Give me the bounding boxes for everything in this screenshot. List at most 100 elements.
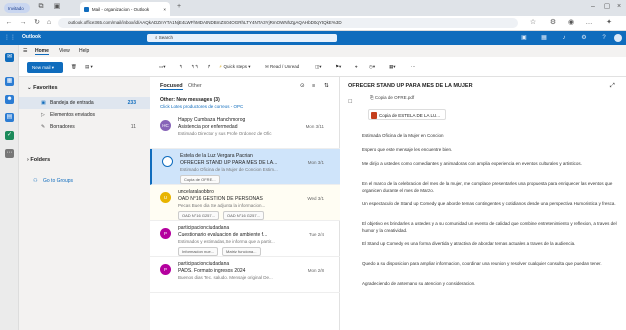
sort-icon[interactable]: ⇅ — [324, 83, 329, 89]
browser-tab-title: Mail - organizacion - Outlook — [91, 6, 150, 12]
forward-icon[interactable]: → — [18, 18, 28, 28]
filter-icon[interactable]: ≡ — [312, 83, 315, 89]
message-row-selected[interactable]: Estela de la Luz Vergara Pacrian OFRECER… — [150, 149, 340, 185]
browser-tab-outlook[interactable]: Mail - organizacion - Outlook × — [80, 2, 170, 16]
tab-other[interactable]: Other — [188, 83, 202, 89]
avatar: P — [160, 228, 171, 239]
envelope-open-icon: ✉ — [265, 64, 269, 69]
ribbon-tabs: ☰ Home View Help — [19, 45, 626, 57]
read-unread-label: Read / Unread — [270, 64, 300, 69]
more-menu-icon[interactable]: … — [584, 18, 594, 28]
attachment-chip[interactable]: OAD N°16 G257... — [222, 211, 264, 220]
folders-header[interactable]: › Folders — [27, 157, 50, 163]
new-mail-button[interactable]: New mail ▾ — [27, 62, 63, 73]
close-tab-icon[interactable]: × — [163, 7, 166, 12]
teams-icon[interactable]: ▣ — [520, 34, 528, 42]
folder-drafts[interactable]: ✎ Borradores 11 — [19, 121, 150, 133]
reply-all-icon[interactable]: ↰↰ — [191, 64, 199, 70]
settings-gear-icon[interactable]: ⚙ — [580, 34, 588, 42]
avatar: P — [160, 264, 171, 275]
message-subject: Cuestionario evaluacion de ambiente f... — [178, 232, 268, 238]
tab-manager-icon[interactable]: ▣ — [52, 3, 62, 11]
message-row[interactable]: U uncelaralaobbro OAD N°16 GESTION DE PE… — [150, 185, 340, 221]
tab-focused[interactable]: Focused — [160, 83, 183, 90]
tab-home[interactable]: Home — [35, 48, 49, 55]
pin-icon[interactable]: ⌖ — [355, 64, 358, 69]
categorize-icon[interactable]: ◫▾ — [315, 64, 322, 70]
todo-app-icon[interactable]: ✓ — [5, 131, 14, 140]
other-banner[interactable]: Other: New messages (3) Click Lotes prod… — [160, 97, 330, 111]
new-tab-icon[interactable]: + — [174, 3, 184, 11]
read-unread-button[interactable]: ✉ Read / Unread — [265, 64, 299, 70]
more-apps-icon[interactable]: ⋯ — [5, 149, 14, 158]
files-app-icon[interactable]: ▤ — [5, 113, 14, 122]
message-time: Mon 3/11 — [305, 124, 324, 129]
minimize-icon[interactable]: – — [588, 3, 598, 11]
forward-mail-icon[interactable]: ↱ — [207, 64, 211, 70]
extensions-icon[interactable]: ⚙ — [548, 18, 558, 28]
snooze-icon[interactable]: ◷▾ — [369, 64, 375, 70]
maximize-icon[interactable]: ▢ — [602, 3, 612, 11]
calendar-header-icon[interactable]: ▦ — [540, 34, 548, 42]
archive-icon[interactable]: ▤ ▾ — [85, 64, 93, 70]
more-ribbon-icon[interactable]: ⋯ — [411, 64, 416, 70]
row-checkbox[interactable] — [162, 156, 173, 167]
pencil-icon: ✎ — [41, 124, 46, 130]
favorites-header[interactable]: ⌄ Favorites — [27, 85, 58, 91]
flag-icon[interactable]: ⚑▾ — [335, 64, 341, 70]
pdf-file-icon — [371, 112, 377, 119]
attachment-card[interactable]: Copia de ESTELA DE LA LU... — [368, 109, 446, 120]
message-subject: OAD N°16 GESTION DE PERSONAS — [178, 196, 263, 202]
app-launcher-icon[interactable]: ⋮⋮ — [4, 34, 16, 42]
attachment-chip[interactable]: Informacion nue... — [178, 247, 219, 256]
attachment-top-label: Copia de OFRE.pdf — [374, 95, 415, 100]
copilot-icon[interactable]: ✦ — [604, 18, 614, 28]
outlook-header: ⋮⋮ Outlook ⌕ Search ▣ ▦ ♪ ⚙ ? — [0, 31, 626, 45]
tab-view[interactable]: View — [59, 48, 70, 54]
quick-steps-button[interactable]: ⚡ Quick steps ▾ — [219, 64, 250, 70]
account-avatar[interactable] — [614, 34, 622, 42]
notifications-icon[interactable]: ♪ — [560, 34, 568, 42]
attachment-top[interactable]: ⎘ Copia de OFRE.pdf — [370, 95, 414, 100]
close-window-icon[interactable]: × — [614, 3, 624, 11]
expand-icon[interactable]: ⤢ — [610, 83, 615, 90]
favorite-star-icon[interactable]: ☆ — [528, 18, 538, 28]
mail-app-icon[interactable]: ✉ — [5, 53, 14, 62]
folder-sent[interactable]: ▷ Elementos enviados — [19, 109, 150, 121]
policy-icon[interactable]: ▦▾ — [389, 64, 396, 70]
reply-icon[interactable]: ↰ — [179, 64, 183, 70]
attachment-chip[interactable]: Copia de OFRE... — [180, 175, 224, 184]
message-row[interactable]: P participacionciudadana Cuestionario ev… — [150, 221, 340, 257]
groups-icon: ⚇ — [33, 178, 38, 184]
calendar-app-icon[interactable]: ▦ — [5, 77, 14, 86]
home-icon[interactable]: ⌂ — [44, 18, 54, 28]
message-row[interactable]: HC Happy Cumbaza Hanchmorog Asistencia p… — [150, 113, 340, 149]
collapse-thread-icon[interactable]: ☐ — [348, 99, 352, 105]
attachment-chips: Informacion nue... Matriz funciona... — [178, 247, 265, 256]
search-input[interactable]: ⌕ Search — [147, 34, 337, 42]
go-to-groups-label: Go to Groups — [43, 178, 74, 184]
tab-help[interactable]: Help — [79, 48, 89, 54]
help-icon[interactable]: ? — [600, 34, 608, 42]
go-to-groups-link[interactable]: ⚇ Go to Groups — [19, 175, 150, 187]
profile-icon[interactable]: ◉ — [566, 18, 576, 28]
tab-actions-icon[interactable]: ⧉ — [36, 3, 46, 11]
attachment-chip[interactable]: Matriz funciona... — [222, 247, 261, 256]
browser-tab-strip: Invitado ⧉ ▣ Mail - organizacion - Outlo… — [0, 0, 626, 16]
folder-inbox[interactable]: ▣ Bandeja de entrada 233 — [19, 97, 150, 109]
message-time: Wed 3/1 — [307, 196, 324, 201]
guest-profile-button[interactable]: Invitado — [4, 3, 30, 13]
send-icon: ▷ — [41, 112, 45, 118]
url-text: outlook.office365.com/mail/inbox/id/AAQk… — [68, 20, 342, 25]
move-to-icon[interactable]: ▭▾ — [159, 64, 166, 70]
select-mode-icon[interactable]: ⊙ — [300, 83, 305, 89]
delete-icon[interactable]: 🗑 — [71, 64, 77, 70]
back-icon[interactable]: ← — [4, 18, 14, 28]
refresh-icon[interactable]: ↻ — [32, 18, 42, 28]
message-time: Tue 2/4 — [308, 232, 324, 237]
collapse-nav-icon[interactable]: ☰ — [23, 48, 27, 54]
message-row[interactable]: P participacionciudadana PADS. Formato i… — [150, 257, 340, 293]
people-app-icon[interactable]: ☻ — [5, 95, 14, 104]
attachment-chip[interactable]: OAD N°16 G257... — [178, 211, 219, 220]
address-bar[interactable]: outlook.office365.com/mail/inbox/id/AAQk… — [58, 18, 518, 28]
